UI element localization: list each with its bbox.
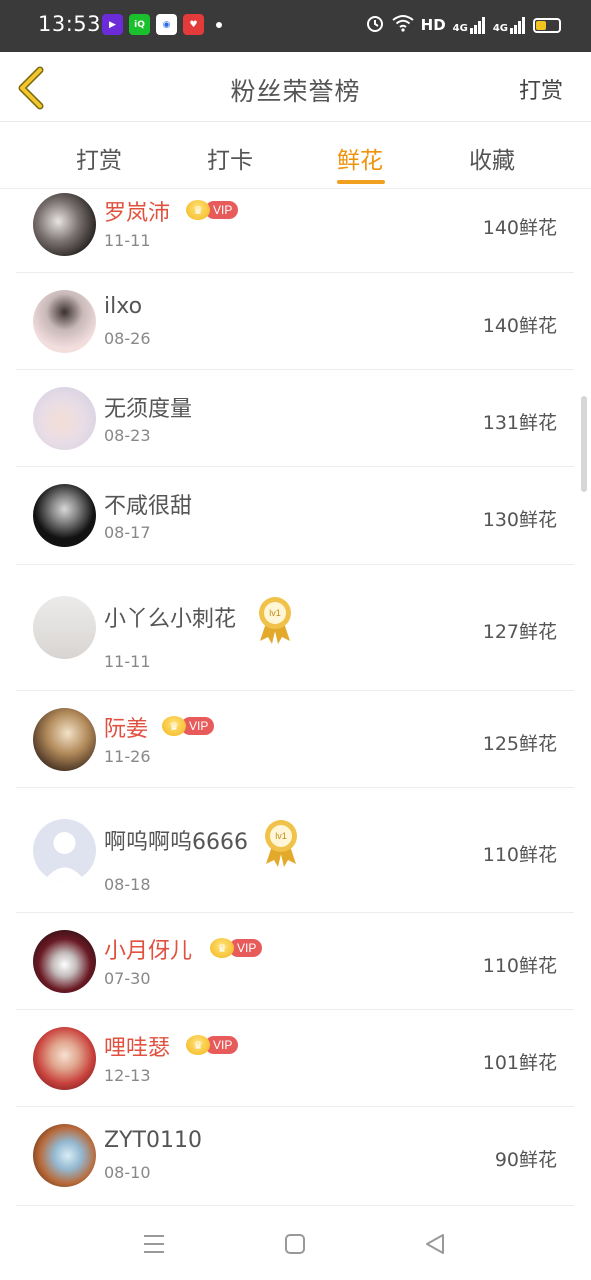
status-bar: 13:53 ▶ iQ ◉ ♥ HD 4G 4G	[0, 0, 591, 52]
list-scrollbar[interactable]	[581, 396, 587, 492]
video-app-icon: ▶	[102, 14, 123, 35]
list-item[interactable]: 无须度量 08-23 131鲜花	[16, 370, 574, 467]
default-avatar-icon	[33, 819, 96, 882]
avatar[interactable]	[33, 819, 96, 882]
user-name: 不咸很甜	[104, 494, 193, 519]
list-item[interactable]: ilxo 08-26 140鲜花	[16, 273, 574, 370]
avatar[interactable]	[33, 930, 96, 993]
avatar[interactable]	[33, 193, 96, 256]
signal-label-1: 4G	[452, 23, 468, 34]
flower-count: 125鲜花	[482, 733, 557, 755]
vip-badge: ♛ VIP	[210, 937, 263, 959]
user-name: 阮姜	[104, 717, 149, 742]
flower-count: 90鲜花	[494, 1149, 557, 1171]
list-item[interactable]: 不咸很甜 08-17 130鲜花	[16, 467, 574, 565]
flower-count: 131鲜花	[482, 412, 557, 434]
hd-label: HD	[420, 16, 446, 34]
user-name: 哩哇瑟	[104, 1036, 171, 1061]
user-name: 小月伢儿	[104, 939, 193, 964]
lv1-medal-icon: lv1	[259, 597, 291, 644]
crown-icon: ♛	[186, 200, 210, 220]
notification-icons: ▶ iQ ◉ ♥	[102, 14, 222, 35]
flower-count: 127鲜花	[482, 621, 557, 643]
avatar[interactable]	[33, 484, 96, 547]
heart-app-icon: ♥	[183, 14, 204, 35]
fan-ranking-list: 罗岚沛 ♛ VIP 11-11 140鲜花 ilxo 08-26 140鲜花 无…	[0, 189, 591, 1207]
list-item[interactable]: 小丫么小刺花 lv1 11-11 127鲜花	[16, 565, 574, 691]
page-title: 粉丝荣誉榜	[230, 77, 361, 106]
signal-icon-1: 4G	[453, 16, 486, 34]
flower-count: 101鲜花	[482, 1052, 557, 1074]
date: 08-18	[104, 875, 151, 894]
flower-count: 140鲜花	[482, 217, 557, 239]
tab-bar: 打赏 打卡 鲜花 收藏	[0, 123, 591, 189]
signal-label-2: 4G	[492, 23, 508, 34]
avatar[interactable]	[33, 387, 96, 450]
user-name: 罗岚沛	[104, 201, 171, 226]
home-square-icon[interactable]	[280, 1229, 310, 1259]
back-triangle-icon[interactable]	[420, 1229, 450, 1259]
browser-icon: ◉	[156, 14, 177, 35]
avatar[interactable]	[33, 1027, 96, 1090]
vip-badge: ♛ VIP	[186, 199, 239, 221]
crown-icon: ♛	[162, 716, 186, 736]
list-item[interactable]: 啊呜啊呜6666 lv1 08-18 110鲜花	[16, 788, 574, 913]
avatar[interactable]	[33, 1124, 96, 1187]
wifi-icon	[392, 14, 414, 36]
user-name: 无须度量	[104, 397, 193, 422]
avatar[interactable]	[33, 708, 96, 771]
vip-badge: ♛ VIP	[162, 715, 215, 737]
app-header: 粉丝荣誉榜 打赏	[0, 52, 591, 122]
flower-count: 140鲜花	[482, 315, 557, 337]
list-item[interactable]: 罗岚沛 ♛ VIP 11-11 140鲜花	[16, 189, 574, 273]
list-item[interactable]: ZYT0110 08-10 90鲜花	[16, 1107, 574, 1206]
date: 11-11	[104, 652, 151, 671]
tab-favorites[interactable]: 收藏	[447, 141, 537, 175]
flower-count: 110鲜花	[482, 844, 557, 866]
tab-checkin[interactable]: 打卡	[185, 141, 275, 175]
tab-flowers[interactable]: 鲜花	[315, 141, 405, 175]
alarm-icon	[365, 13, 385, 37]
date: 11-11	[104, 231, 151, 250]
status-time: 13:53	[38, 12, 102, 36]
vip-label: VIP	[181, 717, 215, 735]
date: 08-23	[104, 426, 151, 445]
user-name: ilxo	[104, 294, 143, 319]
crown-icon: ♛	[210, 938, 234, 958]
date: 07-30	[104, 969, 151, 988]
list-item[interactable]: 阮姜 ♛ VIP 11-26 125鲜花	[16, 691, 574, 788]
vip-label: VIP	[205, 201, 239, 219]
iqiyi-icon: iQ	[129, 14, 150, 35]
vip-label: VIP	[205, 1036, 239, 1054]
active-tab-indicator	[337, 180, 385, 184]
menu-icon[interactable]	[139, 1229, 169, 1259]
avatar[interactable]	[33, 596, 96, 659]
user-name: 小丫么小刺花	[104, 607, 237, 632]
user-name: ZYT0110	[104, 1128, 202, 1153]
medal-label: lv1	[275, 831, 287, 841]
more-notifications-dot-icon	[216, 21, 222, 28]
flower-count: 110鲜花	[482, 955, 557, 977]
battery-icon	[533, 17, 561, 33]
list-item[interactable]: 小月伢儿 ♛ VIP 07-30 110鲜花	[16, 913, 574, 1010]
user-name: 啊呜啊呜6666	[104, 830, 248, 855]
crown-icon: ♛	[186, 1035, 210, 1055]
system-icons: HD 4G 4G	[365, 13, 561, 37]
avatar[interactable]	[33, 290, 96, 353]
flower-count: 130鲜花	[482, 509, 557, 531]
vip-badge: ♛ VIP	[186, 1034, 239, 1056]
date: 12-13	[104, 1066, 151, 1085]
date: 08-26	[104, 329, 151, 348]
lv1-medal-icon: lv1	[265, 820, 297, 867]
tab-reward[interactable]: 打赏	[54, 141, 144, 175]
date: 08-10	[104, 1163, 151, 1182]
date: 08-17	[104, 523, 151, 542]
signal-icon-2: 4G	[493, 16, 526, 34]
date: 11-26	[104, 747, 151, 766]
system-nav-bar	[0, 1207, 591, 1280]
reward-button[interactable]: 打赏	[519, 73, 563, 105]
list-item[interactable]: 哩哇瑟 ♛ VIP 12-13 101鲜花	[16, 1010, 574, 1107]
vip-label: VIP	[229, 939, 263, 957]
medal-label: lv1	[269, 608, 281, 618]
